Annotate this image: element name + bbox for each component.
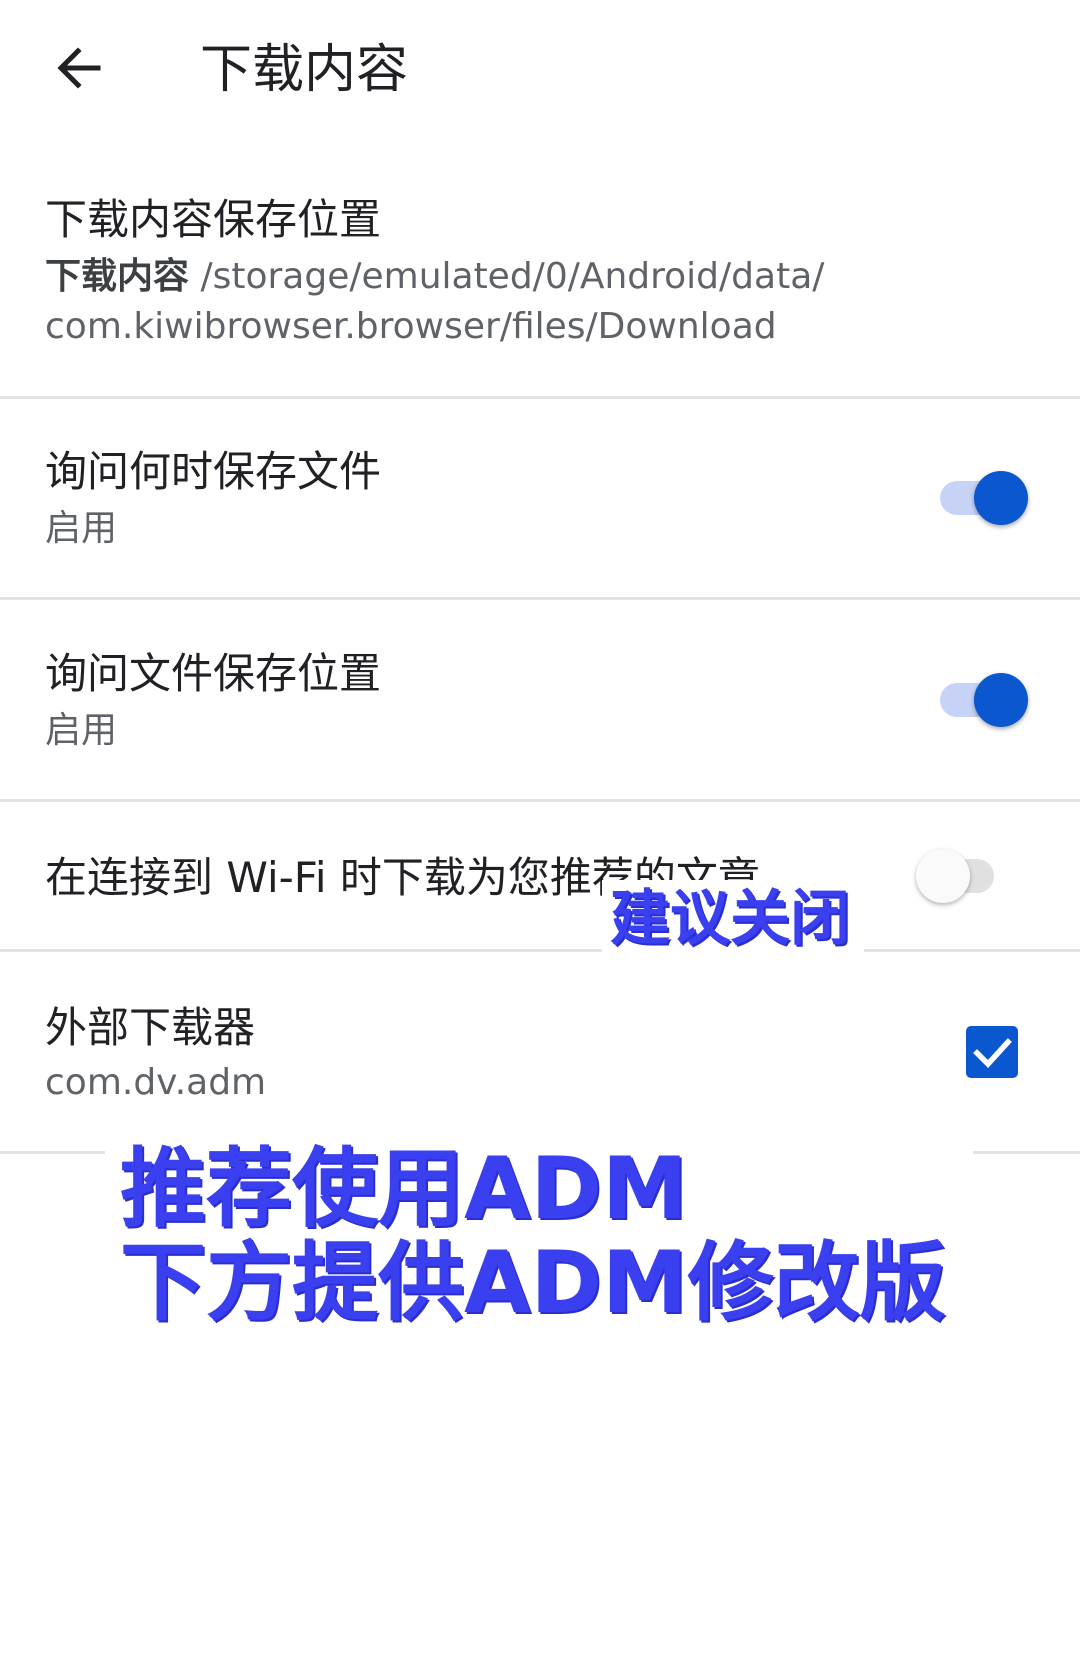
- external-downloader-package: com.dv.adm: [45, 1062, 267, 1103]
- download-location-path-text: /storage/emulated/0/Android/data/: [189, 256, 825, 297]
- arrow-back-icon: [57, 47, 101, 89]
- ask-when-toggle[interactable]: [938, 468, 1028, 528]
- ask-where-setting[interactable]: 询问文件保存位置 启用: [0, 600, 1080, 798]
- back-button[interactable]: [50, 40, 106, 96]
- ask-where-toggle[interactable]: [938, 670, 1028, 730]
- download-location-path-line2: com.kiwibrowser.browser/files/Download: [45, 306, 777, 347]
- download-location-path-line1: 下载内容 /storage/emulated/0/Android/data/: [45, 252, 824, 302]
- toggle-thumb: [916, 849, 970, 903]
- download-location-path-label: 下载内容: [45, 256, 190, 297]
- download-location-setting[interactable]: 下载内容保存位置 下载内容 /storage/emulated/0/Androi…: [0, 180, 1080, 395]
- check-icon: [973, 1038, 1012, 1068]
- external-downloader-setting[interactable]: 外部下载器 com.dv.adm: [0, 952, 1080, 1150]
- wifi-articles-setting[interactable]: 在连接到 Wi-Fi 时下载为您推荐的文章: [0, 802, 1080, 950]
- annotation-adm-mod: 下方提供ADM修改版: [120, 1233, 946, 1333]
- ask-when-status: 启用: [45, 508, 118, 549]
- ask-when-setting[interactable]: 询问何时保存文件 启用: [0, 400, 1080, 596]
- toggle-thumb: [974, 471, 1028, 525]
- toggle-thumb: [974, 673, 1028, 727]
- ask-when-title: 询问何时保存文件: [45, 447, 382, 496]
- annotation-close-recommendation: 建议关闭: [610, 884, 850, 954]
- top-app-bar: 下载内容: [0, 0, 1080, 140]
- external-downloader-checkbox[interactable]: [966, 1026, 1018, 1078]
- divider: [0, 396, 1080, 399]
- ask-where-status: 启用: [45, 710, 118, 751]
- download-location-title: 下载内容保存位置: [45, 195, 382, 244]
- page-title: 下载内容: [200, 40, 409, 100]
- annotation-recommend-adm: 推荐使用ADM: [120, 1139, 688, 1239]
- ask-where-title: 询问文件保存位置: [45, 649, 382, 698]
- wifi-articles-toggle[interactable]: [916, 846, 1008, 906]
- external-downloader-title: 外部下载器: [45, 1003, 256, 1052]
